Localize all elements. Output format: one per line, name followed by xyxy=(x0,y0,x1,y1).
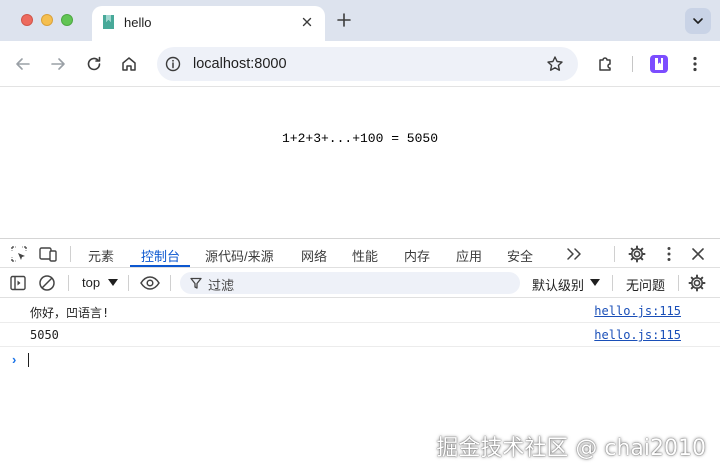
tab-divider xyxy=(70,246,71,262)
close-window-button[interactable] xyxy=(21,14,33,26)
star-icon[interactable] xyxy=(546,55,564,73)
plus-icon[interactable] xyxy=(336,12,352,28)
back-arrow-icon[interactable] xyxy=(14,55,32,73)
active-tab-indicator xyxy=(130,265,190,267)
tab-application[interactable]: 应用 xyxy=(456,246,482,265)
url-text: localhost:8000 xyxy=(193,56,287,72)
console-message-text: 你好，凹语言! xyxy=(30,306,110,320)
clear-console-icon[interactable] xyxy=(38,274,56,292)
filter-icon xyxy=(190,277,202,289)
more-vert-icon[interactable] xyxy=(686,55,704,73)
more-vert-icon[interactable] xyxy=(660,245,678,263)
tab-title: hello xyxy=(124,15,152,30)
console-input[interactable] xyxy=(28,353,29,367)
browser-toolbar: localhost:8000 xyxy=(0,41,720,87)
log-levels-dropdown[interactable]: 默认级别 xyxy=(532,275,584,294)
settings-gear-icon[interactable] xyxy=(628,245,646,263)
toolbar-divider xyxy=(128,275,129,291)
tab-performance[interactable]: 性能 xyxy=(352,246,378,265)
eye-icon[interactable] xyxy=(139,274,161,292)
close-icon[interactable] xyxy=(299,14,315,30)
tab-memory[interactable]: 内存 xyxy=(404,246,430,265)
devtools-tab-bar: 元素 控制台 源代码/来源 网络 性能 内存 应用 安全 xyxy=(0,238,720,268)
toolbar-divider xyxy=(632,56,633,72)
context-selector[interactable]: top xyxy=(82,275,100,290)
profile-extension-icon[interactable] xyxy=(650,55,668,73)
filter-placeholder: 过滤 xyxy=(208,278,235,293)
toolbar-divider xyxy=(612,275,613,291)
tab-divider xyxy=(614,246,615,262)
source-link[interactable]: hello.js:115 xyxy=(594,328,681,342)
sidebar-toggle-icon[interactable] xyxy=(9,274,27,292)
chevron-down-icon[interactable] xyxy=(108,279,118,287)
tab-network[interactable]: 网络 xyxy=(301,246,327,265)
extensions-icon[interactable] xyxy=(596,55,614,73)
forward-arrow-icon[interactable] xyxy=(49,55,67,73)
address-bar[interactable]: localhost:8000 xyxy=(157,47,578,81)
tab-strip: hello xyxy=(0,0,720,41)
minimize-window-button[interactable] xyxy=(41,14,53,26)
tab-search-button[interactable] xyxy=(685,8,711,34)
tab-console[interactable]: 控制台 xyxy=(141,246,180,265)
browser-tab[interactable]: hello xyxy=(92,6,325,41)
toolbar-divider xyxy=(68,275,69,291)
zoom-window-button[interactable] xyxy=(61,14,73,26)
chevron-down-icon[interactable] xyxy=(590,279,600,287)
console-message: 5050 hello.js:115 xyxy=(0,323,720,347)
page-output-text: 1+2+3+...+100 = 5050 xyxy=(281,131,439,146)
tab-favicon xyxy=(102,15,115,29)
tab-sources[interactable]: 源代码/来源 xyxy=(205,246,274,265)
inspect-icon[interactable] xyxy=(10,245,28,263)
issues-counter[interactable]: 无问题 xyxy=(626,275,665,294)
home-icon[interactable] xyxy=(120,55,138,73)
toolbar-divider xyxy=(678,275,679,291)
toolbar-divider xyxy=(170,275,171,291)
tab-security[interactable]: 安全 xyxy=(507,246,533,265)
more-tabs-icon[interactable] xyxy=(565,247,583,261)
console-message-text: 5050 xyxy=(30,328,59,342)
source-link[interactable]: hello.js:115 xyxy=(594,304,681,318)
filter-input[interactable]: 过滤 xyxy=(180,272,520,294)
device-toolbar-icon[interactable] xyxy=(38,245,58,263)
close-icon[interactable] xyxy=(689,245,707,263)
settings-gear-icon[interactable] xyxy=(688,274,706,292)
page-viewport: 1+2+3+...+100 = 5050 xyxy=(0,88,720,238)
info-icon[interactable] xyxy=(165,56,181,72)
tab-elements[interactable]: 元素 xyxy=(88,246,114,265)
console-toolbar: top 过滤 默认级别 无问题 xyxy=(0,268,720,298)
reload-icon[interactable] xyxy=(85,55,103,73)
prompt-chevron-icon: › xyxy=(12,352,17,367)
console-message: 你好，凹语言! hello.js:115 xyxy=(0,299,720,323)
watermark: 掘金技术社区 @ chai2010 xyxy=(436,436,706,461)
